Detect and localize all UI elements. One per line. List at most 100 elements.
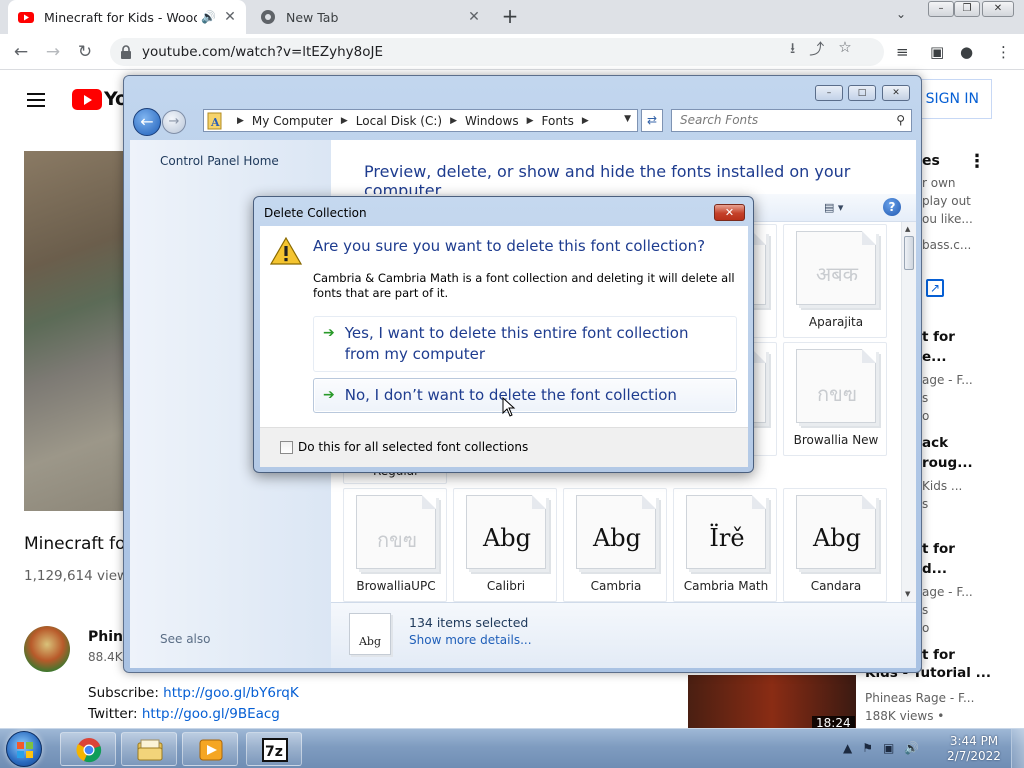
explorer-address-bar[interactable]: A ▶ My Computer ▶ Local Disk (C:) ▶ Wind…	[203, 109, 638, 132]
scroll-down-icon[interactable]: ▼	[905, 590, 910, 598]
apply-to-all-label[interactable]: Do this for all selected font collection…	[298, 440, 528, 454]
browser-menu-icon[interactable]: ⋮	[996, 43, 1011, 61]
profile-avatar-icon[interactable]: ●	[960, 43, 973, 61]
volume-icon[interactable]: 🔊	[904, 741, 919, 755]
scroll-thumb[interactable]	[904, 236, 914, 270]
close-tab-icon[interactable]: ✕	[466, 9, 482, 25]
search-icon[interactable]: ⚲	[896, 113, 905, 127]
network-icon[interactable]: ▣	[883, 741, 894, 755]
apply-to-all-checkbox[interactable]	[280, 441, 293, 454]
description-link[interactable]: http://goo.gl/9BEacg	[142, 706, 280, 722]
media-control-icon[interactable]: ≡	[896, 43, 909, 61]
close-window-button[interactable]: ✕	[982, 1, 1014, 17]
explorer-minimize-button[interactable]: –	[815, 85, 843, 101]
hamburger-menu-icon[interactable]	[27, 93, 45, 107]
selection-font-icon: Abg	[349, 613, 391, 655]
font-tile[interactable]: Ïrě Cambria Math	[673, 488, 777, 602]
channel-avatar[interactable]	[24, 626, 70, 672]
font-sample: अबक	[815, 262, 859, 286]
control-panel-home-link[interactable]: Control Panel Home	[160, 154, 279, 168]
tab-title: New Tab	[286, 9, 339, 25]
explorer-back-button[interactable]: ←	[133, 108, 161, 136]
search-fonts-input[interactable]: Search Fonts ⚲	[671, 109, 912, 132]
speaker-icon[interactable]: 🔊	[201, 10, 216, 24]
font-sample: กขฃ	[377, 528, 417, 552]
bookmark-star-icon[interactable]: ☆	[838, 38, 851, 63]
show-desktop-button[interactable]	[1011, 729, 1024, 768]
video-player[interactable]	[24, 151, 124, 511]
install-app-icon[interactable]: ⭳	[790, 38, 795, 63]
scroll-up-icon[interactable]: ▲	[905, 225, 910, 233]
dialog-close-button[interactable]: ✕	[714, 204, 745, 221]
description-link[interactable]: http://goo.gl/bY6rqK	[163, 685, 299, 701]
description-label: Subscribe:	[88, 685, 164, 701]
sidebar-item-meta: o	[922, 621, 930, 635]
dialog-title: Delete Collection	[264, 206, 367, 220]
youtube-logo[interactable]: Yo	[72, 88, 128, 110]
breadcrumb-my-computer[interactable]: My Computer	[252, 114, 333, 128]
new-tab-button[interactable]: +	[498, 4, 522, 28]
explorer-forward-button[interactable]: →	[162, 110, 186, 134]
start-button[interactable]	[6, 731, 42, 767]
share-icon[interactable]: ⤴	[809, 38, 824, 63]
delete-collection-yes-button[interactable]: ➔ Yes, I want to delete this entire font…	[313, 316, 737, 372]
font-tile[interactable]: Abg Candara	[783, 488, 887, 602]
font-tile[interactable]: अबक Aparajita	[783, 224, 887, 338]
action-center-flag-icon[interactable]: ⚑	[862, 741, 873, 755]
folder-icon	[137, 739, 163, 761]
help-icon[interactable]: ?	[883, 198, 901, 216]
sign-in-button[interactable]: SIGN IN	[914, 79, 992, 119]
show-hidden-icons-icon[interactable]: ▲	[843, 741, 852, 755]
sidebar-item-title[interactable]: ack	[922, 433, 948, 453]
taskbar-7zip[interactable]: 7z	[246, 732, 302, 766]
tab-youtube[interactable]: Minecraft for Kids - Woodland 🔊 ✕	[8, 0, 246, 34]
description-line: Twitter: http://goo.gl/9BEacg	[88, 706, 280, 722]
more-options-icon[interactable]: ⋮	[968, 151, 986, 172]
dialog-message: Cambria & Cambria Math is a font collect…	[313, 271, 735, 300]
explorer-close-button[interactable]: ✕	[882, 85, 910, 101]
tab-new-tab[interactable]: New Tab ✕	[250, 0, 490, 34]
taskbar-media-player[interactable]	[182, 732, 238, 766]
explorer-maximize-button[interactable]: □	[848, 85, 876, 101]
side-panel-icon[interactable]: ▣	[930, 43, 944, 61]
font-sample: Ïrě	[709, 524, 745, 552]
breadcrumb-local-disk[interactable]: Local Disk (C:)	[356, 114, 442, 128]
minimize-button[interactable]: –	[928, 1, 954, 17]
sidebar-desc: ou like...	[922, 212, 973, 226]
recommended-views: 188K views •	[865, 709, 945, 723]
explorer-details-pane: Abg 134 items selected Show more details…	[331, 602, 916, 668]
address-bar[interactable]: youtube.com/watch?v=ltEZyhy8oJE	[110, 38, 884, 66]
close-tab-icon[interactable]: ✕	[222, 9, 238, 25]
restore-button[interactable]: ❐	[954, 1, 980, 17]
breadcrumb-windows[interactable]: Windows	[465, 114, 519, 128]
change-view-icon[interactable]: ▤ ▾	[824, 201, 843, 214]
forward-arrow-icon[interactable]: →	[42, 41, 64, 63]
media-player-icon	[199, 739, 223, 761]
tab-search-chevron-icon[interactable]: ⌄	[896, 7, 906, 21]
font-tile[interactable]: Abg Cambria	[563, 488, 667, 602]
font-label: Cambria	[590, 579, 642, 593]
explorer-refresh-button[interactable]: ⇄	[641, 109, 663, 132]
show-more-details-link[interactable]: Show more details...	[409, 633, 532, 647]
taskbar-chrome[interactable]	[60, 732, 116, 766]
delete-collection-dialog: Delete Collection ✕ Are you sure you wan…	[253, 196, 754, 473]
reload-icon[interactable]: ↻	[74, 41, 96, 63]
sidebar-item-title[interactable]: e...	[922, 347, 947, 367]
sidebar-item-title[interactable]: t for	[922, 539, 955, 559]
font-tile[interactable]: กขฃ BrowalliaUPC	[343, 488, 447, 602]
sidebar-item-title[interactable]: t for	[922, 327, 955, 347]
sidebar-item-title[interactable]: d...	[922, 559, 947, 579]
font-tile[interactable]: Abg Calibri	[453, 488, 557, 602]
font-tile[interactable]: กขฃ Browallia New	[783, 342, 887, 456]
taskbar-explorer[interactable]	[121, 732, 177, 766]
breadcrumb-fonts[interactable]: Fonts	[542, 114, 574, 128]
sidebar-item-title[interactable]: roug...	[922, 453, 973, 473]
back-arrow-icon[interactable]: ←	[10, 41, 32, 63]
address-dropdown-icon[interactable]: ▼	[624, 114, 631, 124]
taskbar-clock[interactable]: 3:44 PM 2/7/2022	[946, 734, 1002, 764]
delete-collection-no-button[interactable]: ➔ No, I don’t want to delete the font co…	[313, 378, 737, 413]
sidebar-item-title[interactable]: t for	[922, 645, 955, 665]
font-grid-scrollbar[interactable]: ▲ ▼	[901, 222, 916, 602]
tab-title: Minecraft for Kids - Woodland	[44, 9, 197, 25]
external-link-icon[interactable]: ↗	[926, 279, 944, 297]
